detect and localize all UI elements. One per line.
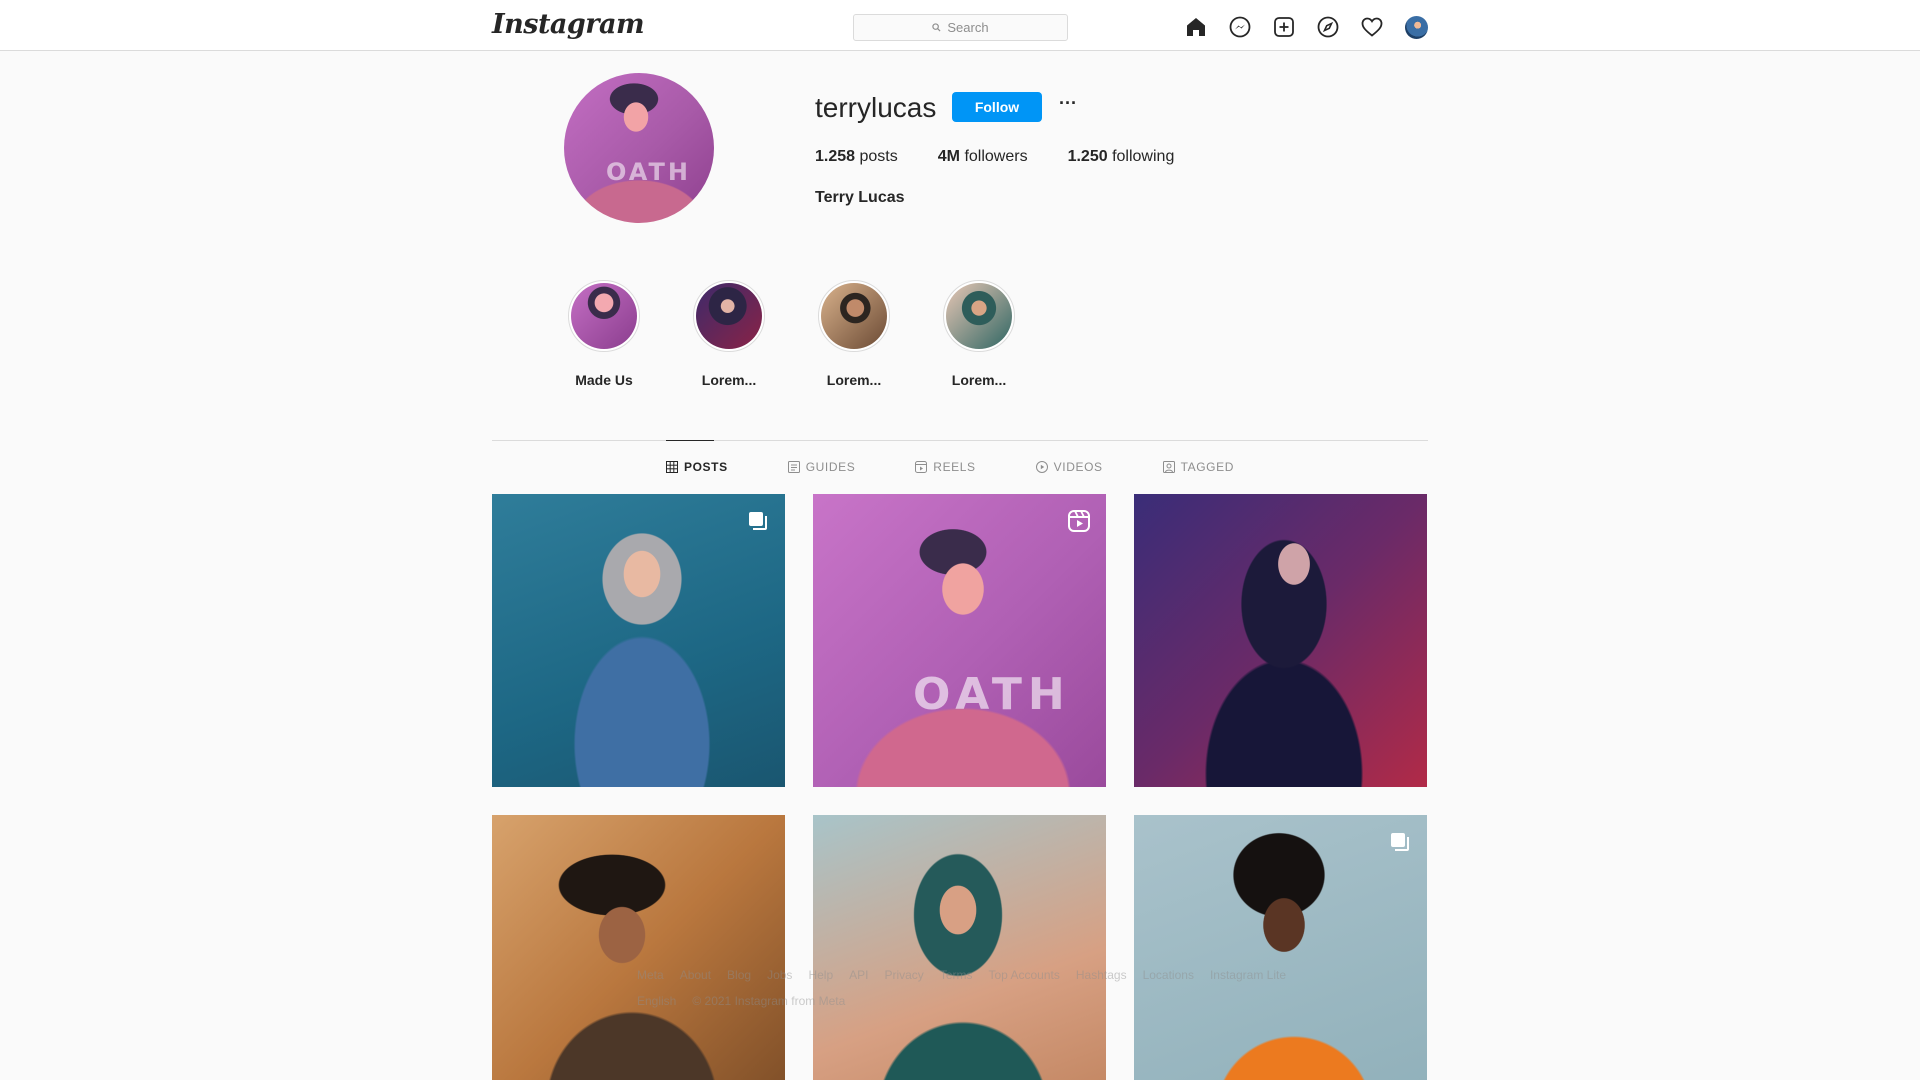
posts-count: 1.258: [815, 148, 856, 165]
home-icon[interactable]: [1183, 14, 1209, 40]
footer-bottom: English © 2021 Instagram from Meta: [637, 994, 1286, 1008]
highlight-ring: [693, 280, 765, 352]
profile-picture[interactable]: OATH: [564, 73, 714, 223]
profile-avatar[interactable]: [1403, 14, 1429, 40]
post-thumbnail[interactable]: [492, 494, 785, 787]
followers-count: 4M: [937, 148, 960, 165]
footer-link[interactable]: Jobs: [767, 968, 792, 982]
tab-posts[interactable]: POSTS: [666, 460, 728, 474]
post-thumbnail[interactable]: [492, 815, 785, 1080]
followers-label: followers: [964, 148, 1028, 165]
highlight-item[interactable]: Lorem...: [690, 280, 768, 388]
tab-videos[interactable]: VIDEOS: [1035, 460, 1103, 474]
tab-tagged[interactable]: TAGGED: [1162, 460, 1234, 474]
explore-icon[interactable]: [1315, 14, 1341, 40]
tab-tagged-label: TAGGED: [1180, 460, 1234, 474]
nav-icons: [1183, 14, 1429, 40]
tabs-divider: [492, 440, 1428, 441]
carousel-icon: [1391, 833, 1409, 851]
footer-link[interactable]: Instagram Lite: [1210, 968, 1286, 982]
page-footer: Meta About Blog Jobs Help API Privacy Te…: [637, 968, 1286, 1008]
highlight-item[interactable]: Lorem...: [815, 280, 893, 388]
profile-picture-text: OATH: [606, 158, 691, 186]
footer-link[interactable]: Hashtags: [1076, 968, 1127, 982]
activity-heart-icon[interactable]: [1359, 14, 1385, 40]
profile-tabs: POSTS GUIDES REELS VIDEOS TAGGED: [666, 460, 1234, 474]
footer-link[interactable]: Terms: [940, 968, 973, 982]
footer-link[interactable]: About: [680, 968, 711, 982]
footer-link[interactable]: Top Accounts: [988, 968, 1059, 982]
tagged-icon: [1162, 461, 1175, 473]
highlight-item[interactable]: Made Us: [565, 280, 643, 388]
reel-icon: [1068, 510, 1090, 532]
footer-link[interactable]: Locations: [1143, 968, 1194, 982]
highlight-label: Lorem...: [701, 372, 757, 388]
highlight-ring: [568, 280, 640, 352]
footer-links: Meta About Blog Jobs Help API Privacy Te…: [637, 968, 1286, 982]
posts-label: posts: [859, 148, 898, 165]
following-label: following: [1112, 148, 1175, 165]
search-icon: [932, 23, 941, 32]
footer-link[interactable]: Help: [808, 968, 833, 982]
followers-stat[interactable]: 4M followers: [938, 148, 1028, 166]
follow-button[interactable]: Follow: [952, 92, 1042, 122]
profile-username: terrylucas: [815, 92, 937, 123]
posts-count-stat: 1.258 posts: [815, 148, 898, 166]
footer-link[interactable]: Meta: [637, 968, 664, 982]
messenger-icon[interactable]: [1227, 14, 1253, 40]
active-tab-indicator: [666, 440, 714, 441]
highlight-item[interactable]: Lorem...: [940, 280, 1018, 388]
search-input[interactable]: Search: [853, 14, 1068, 41]
carousel-icon: [749, 512, 767, 530]
highlight-label: Made Us: [575, 372, 633, 388]
highlight-ring: [943, 280, 1015, 352]
avatar: [1404, 15, 1428, 39]
highlight-cover: [571, 283, 637, 349]
highlight-ring: [818, 280, 890, 352]
reels-icon: [915, 461, 928, 473]
highlight-cover: [821, 283, 887, 349]
instagram-logo[interactable]: Instagram: [492, 9, 645, 40]
footer-link[interactable]: Blog: [727, 968, 751, 982]
highlight-cover: [946, 283, 1012, 349]
post-thumbnail[interactable]: [1134, 494, 1427, 787]
following-stat[interactable]: 1.250 following: [1068, 148, 1175, 166]
highlight-cover: [696, 283, 762, 349]
tab-reels[interactable]: REELS: [915, 460, 975, 474]
post-thumbnail[interactable]: [1134, 815, 1427, 1080]
top-navigation-bar: Instagram Search: [0, 0, 1920, 51]
tab-videos-label: VIDEOS: [1053, 460, 1103, 474]
post-thumbnail[interactable]: [813, 815, 1106, 1080]
profile-stats: 1.258 posts 4M followers 1.250 following: [815, 148, 1174, 166]
profile-full-name: Terry Lucas: [815, 189, 905, 206]
story-highlights: Made Us Lorem... Lorem... Lorem...: [565, 280, 1018, 388]
tab-guides[interactable]: GUIDES: [787, 460, 856, 474]
footer-link[interactable]: API: [849, 968, 868, 982]
guides-icon: [787, 461, 800, 473]
more-options-button[interactable]: ···: [1058, 94, 1078, 116]
highlight-label: Lorem...: [826, 372, 882, 388]
new-post-icon[interactable]: [1271, 14, 1297, 40]
grid-icon: [666, 461, 678, 473]
tab-reels-label: REELS: [933, 460, 976, 474]
language-selector[interactable]: English: [637, 994, 676, 1008]
post-image-text: OATH: [913, 669, 1071, 720]
post-thumbnail[interactable]: OATH: [813, 494, 1106, 787]
videos-icon: [1035, 461, 1048, 473]
search-placeholder: Search: [947, 20, 989, 35]
footer-link[interactable]: Privacy: [884, 968, 923, 982]
following-count: 1.250: [1067, 148, 1108, 165]
highlight-label: Lorem...: [951, 372, 1007, 388]
copyright-text: © 2021 Instagram from Meta: [692, 994, 846, 1008]
tab-posts-label: POSTS: [684, 460, 728, 474]
tab-guides-label: GUIDES: [805, 460, 856, 474]
